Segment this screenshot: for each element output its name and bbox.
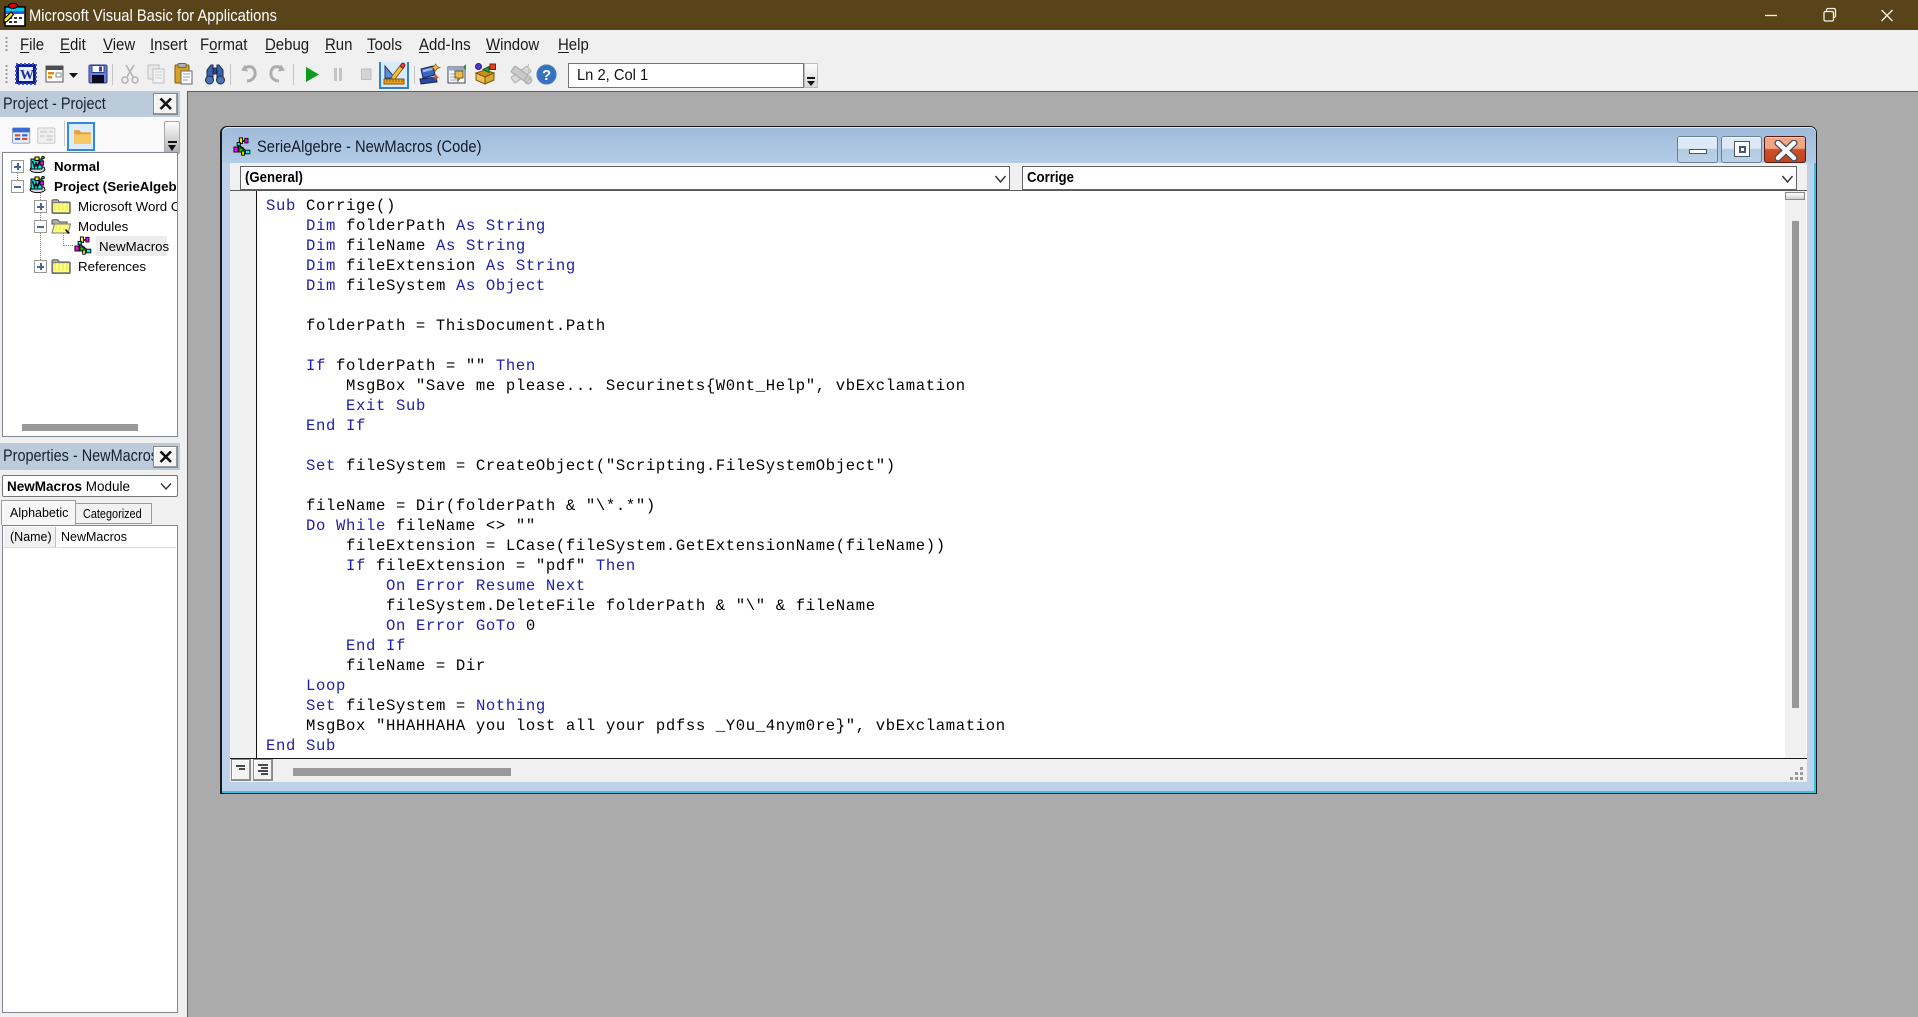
svg-text:?: ? [542,67,551,84]
svg-text:W: W [20,68,34,83]
